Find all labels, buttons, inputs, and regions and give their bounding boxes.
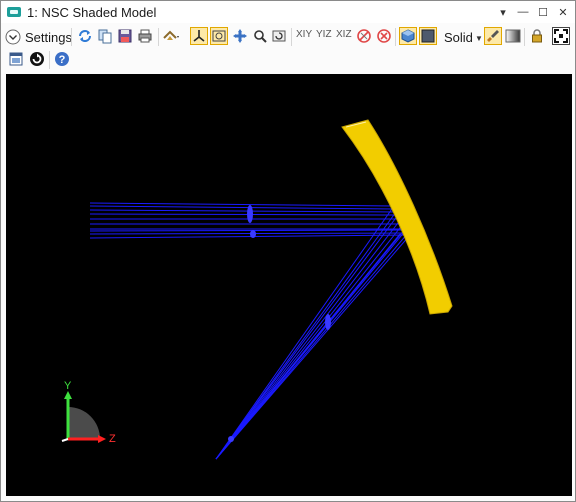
axes-icon bbox=[193, 30, 205, 42]
toolbar: Settings XIY YIZ XIZ Solid ▼ ? bbox=[1, 23, 575, 73]
reflected-ray bbox=[215, 234, 411, 460]
rotate-dropdown-button[interactable] bbox=[162, 27, 180, 45]
brush-icon bbox=[487, 30, 499, 42]
cancel-circle-icon bbox=[377, 29, 391, 43]
zoom-window-button[interactable] bbox=[210, 27, 228, 45]
save-icon bbox=[118, 29, 132, 43]
toolbar-separator bbox=[71, 28, 72, 46]
cube-icon bbox=[401, 29, 415, 43]
window-layout-icon bbox=[9, 52, 23, 66]
auto-update-button[interactable] bbox=[28, 50, 46, 68]
svg-text:?: ? bbox=[59, 54, 66, 66]
toolbar-separator bbox=[291, 28, 292, 46]
refresh-button[interactable] bbox=[76, 27, 94, 45]
triad-plane bbox=[68, 407, 100, 439]
incoming-ray bbox=[89, 205, 395, 210]
copy-icon bbox=[98, 29, 112, 44]
solid-square-icon bbox=[421, 29, 435, 43]
incoming-ray bbox=[89, 229, 407, 232]
no-rays-icon bbox=[357, 29, 371, 43]
axis-triad: Y Z bbox=[61, 380, 116, 445]
incoming-ray bbox=[89, 234, 411, 239]
ray-markers bbox=[228, 205, 331, 442]
reflected-ray bbox=[215, 233, 401, 460]
maximize-button[interactable]: ☐ bbox=[533, 2, 553, 22]
lock-button[interactable] bbox=[528, 27, 546, 45]
window-app-icon bbox=[7, 7, 21, 17]
ray-marker bbox=[247, 205, 253, 223]
toolbar-row-2: ? bbox=[1, 50, 575, 72]
fullscreen-icon bbox=[554, 29, 568, 43]
settings-button[interactable]: Settings bbox=[5, 27, 72, 47]
magnifier-icon bbox=[254, 30, 267, 43]
gradient-button[interactable] bbox=[504, 27, 522, 45]
toolbar-separator bbox=[524, 28, 525, 46]
incoming-ray bbox=[89, 213, 399, 216]
window-controls: ▾ — ☐ ✕ bbox=[493, 1, 573, 23]
ray-marker bbox=[228, 436, 234, 442]
render-mode-label[interactable]: Solid bbox=[444, 30, 473, 45]
rotate-tool-icon bbox=[163, 30, 179, 40]
x-axis-arrow bbox=[61, 438, 69, 442]
chevron-down-circle-icon bbox=[5, 29, 21, 45]
lock-icon bbox=[532, 29, 542, 43]
print-button[interactable] bbox=[136, 27, 154, 45]
shaded-model-viewport[interactable]: Y Z bbox=[6, 74, 572, 496]
zoom-window-icon bbox=[212, 30, 226, 42]
clear-button[interactable] bbox=[375, 27, 393, 45]
close-button[interactable]: ✕ bbox=[553, 2, 573, 22]
reflected-ray bbox=[215, 223, 404, 460]
incoming-ray bbox=[89, 232, 409, 235]
reflected-ray bbox=[215, 214, 399, 460]
auto-update-icon bbox=[30, 52, 44, 66]
toolbar-separator bbox=[395, 28, 396, 46]
window-title: 1: NSC Shaded Model bbox=[27, 4, 157, 20]
view-xz-button[interactable]: XIZ bbox=[336, 29, 352, 40]
view-yz-button[interactable]: YIZ bbox=[316, 29, 332, 40]
incoming-ray bbox=[89, 209, 397, 213]
window-layout-button[interactable] bbox=[7, 50, 25, 68]
shaded-cube-button[interactable] bbox=[399, 27, 417, 45]
incoming-ray bbox=[89, 202, 395, 207]
ray-marker bbox=[325, 314, 331, 330]
save-button[interactable] bbox=[116, 27, 134, 45]
pan-arrows-icon bbox=[233, 29, 247, 43]
reset-view-button[interactable] bbox=[270, 27, 288, 45]
ray-marker bbox=[250, 230, 256, 238]
gradient-icon bbox=[505, 29, 521, 43]
help-button[interactable]: ? bbox=[53, 50, 71, 68]
minimize-button[interactable]: — bbox=[513, 2, 533, 22]
refresh-icon bbox=[79, 30, 91, 42]
solid-fill-button[interactable] bbox=[419, 27, 437, 45]
toolbar-row-1: Settings XIY YIZ XIZ Solid ▼ bbox=[1, 25, 575, 49]
reset-view-icon bbox=[272, 30, 286, 42]
axes-toggle-button[interactable] bbox=[190, 27, 208, 45]
copy-button[interactable] bbox=[96, 27, 114, 45]
y-axis-label: Y bbox=[64, 380, 72, 392]
reflected-ray bbox=[215, 211, 397, 460]
title-bar: 1: NSC Shaded Model ▾ — ☐ ✕ bbox=[1, 1, 575, 23]
ray-off-button[interactable] bbox=[355, 27, 373, 45]
view-xy-button[interactable]: XIY bbox=[296, 29, 312, 40]
nsc-shaded-model-window: 1: NSC Shaded Model ▾ — ☐ ✕ Settings XIY… bbox=[0, 0, 576, 502]
reflected-ray bbox=[215, 218, 402, 460]
render-mode-dropdown-icon[interactable]: ▼ bbox=[475, 34, 483, 43]
help-icon: ? bbox=[55, 52, 69, 66]
z-axis-label: Z bbox=[109, 433, 116, 445]
fullscreen-button[interactable] bbox=[552, 27, 570, 45]
zoom-button[interactable] bbox=[251, 27, 269, 45]
printer-icon bbox=[138, 29, 152, 43]
settings-label: Settings bbox=[25, 29, 72, 45]
pan-button[interactable] bbox=[231, 27, 249, 45]
brush-button[interactable] bbox=[484, 27, 502, 45]
window-menu-dropdown-icon[interactable]: ▾ bbox=[493, 2, 513, 22]
toolbar-separator bbox=[49, 51, 50, 69]
toolbar-separator bbox=[158, 28, 159, 46]
reflected-ray bbox=[215, 205, 395, 460]
ray-bundle bbox=[89, 202, 411, 460]
